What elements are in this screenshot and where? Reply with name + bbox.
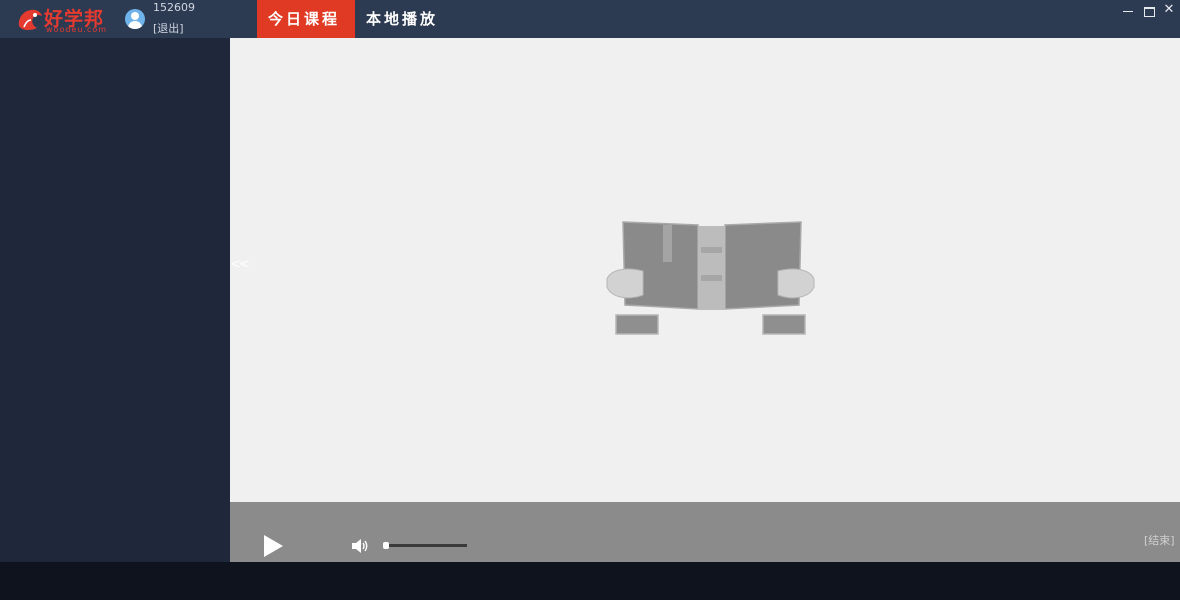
minimize-button[interactable]: [1119, 2, 1137, 18]
player-controls: [结束]: [230, 502, 1180, 562]
collapse-sidebar-button[interactable]: <<: [230, 257, 250, 277]
tab-today-courses[interactable]: 今日课程: [257, 0, 355, 38]
footer-bar: [0, 562, 1180, 600]
title-bar: 好学邦 woodeu.com 152609 [退出] 今日课程 本地播放 ✕: [0, 0, 1180, 38]
brand-site: woodeu.com: [46, 25, 108, 34]
tab-local-playback[interactable]: 本地播放: [355, 0, 455, 38]
close-button[interactable]: ✕: [1160, 2, 1178, 18]
user-avatar-icon: [125, 9, 145, 29]
open-book-illustration-icon: [606, 221, 815, 335]
video-area: <<: [230, 38, 1180, 502]
user-id: 152609: [153, 1, 195, 14]
maximize-button[interactable]: [1140, 2, 1158, 18]
app-logo: 好学邦 woodeu.com: [16, 4, 111, 34]
volume-slider-knob[interactable]: [383, 542, 389, 549]
course-sidebar: [0, 38, 230, 562]
play-button[interactable]: [260, 533, 286, 559]
volume-slider[interactable]: [383, 542, 467, 549]
logout-link[interactable]: [退出]: [153, 20, 184, 36]
end-button[interactable]: [结束]: [1144, 532, 1175, 548]
speaker-icon[interactable]: [350, 538, 370, 554]
dolphin-logo-icon: [18, 9, 42, 31]
